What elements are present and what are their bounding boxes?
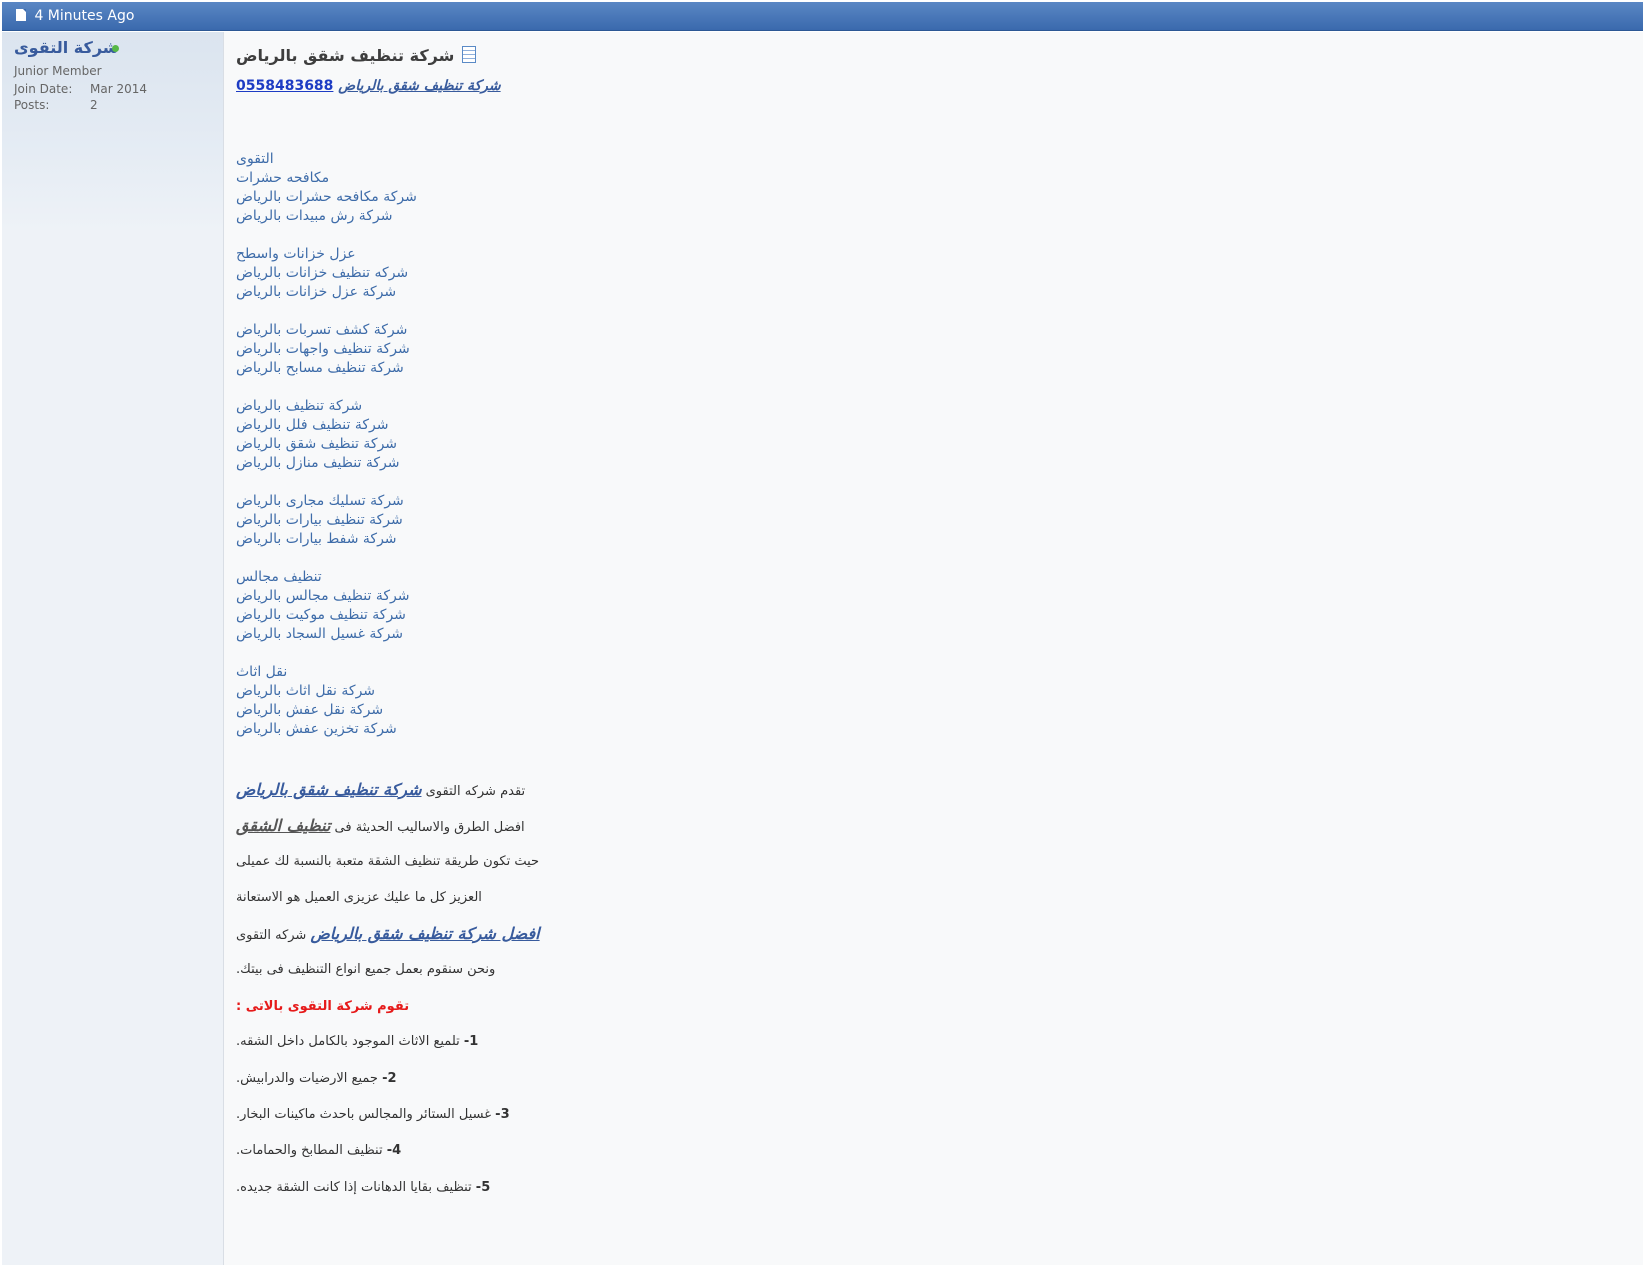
username-link[interactable]: شركة التقوى — [14, 38, 119, 57]
service-link[interactable]: نقل اثاث — [236, 663, 417, 682]
paragraph-2-link[interactable]: تنظيف الشقق — [236, 816, 330, 835]
service-link[interactable]: شركة تنظيف منازل بالرياض — [236, 454, 417, 473]
posts-label: Posts: — [14, 98, 50, 112]
posts-value: 2 — [90, 98, 98, 112]
service-link[interactable]: شركة نقل اثاث بالرياض — [236, 682, 417, 701]
paragraph-5: افضل شركة تنظيف شقق بالرياض شركه التقوى — [236, 924, 540, 943]
service-item: 1- تلميع الاثاث الموجود بالكامل داخل الش… — [236, 1034, 478, 1049]
online-status-icon — [112, 45, 119, 52]
document-icon — [16, 9, 26, 21]
service-text: غسيل الستائر والمجالس باحدث ماكينات البخ… — [236, 1107, 492, 1122]
service-link[interactable]: شركة شفط بيارات بالرياض — [236, 530, 417, 549]
service-link[interactable]: مكافحه حشرات — [236, 169, 417, 188]
post-title: شركة تنظيف شقق بالرياض — [236, 46, 477, 65]
service-link[interactable]: شركة عزل خزانات بالرياض — [236, 283, 417, 302]
service-link[interactable]: شركة تنظيف فلل بالرياض — [236, 416, 417, 435]
paragraph-5-link[interactable]: افضل شركة تنظيف شقق بالرياض — [310, 924, 539, 943]
post-icon — [462, 46, 477, 63]
join-date-label: Join Date: — [14, 82, 73, 96]
service-link[interactable]: التقوى — [236, 150, 417, 169]
service-item: 5- تنظيف بقايا الدهانات إذا كانت الشقة ج… — [236, 1180, 490, 1195]
service-link[interactable]: تنظيف مجالس — [236, 568, 417, 587]
service-link[interactable]: شركة كشف تسربات بالرياض — [236, 321, 417, 340]
service-number: 3- — [495, 1107, 510, 1122]
paragraph-3: حيث تكون طريقة تنظيف الشقة متعبة بالنسبة… — [236, 854, 540, 869]
service-link[interactable]: شركة نقل عفش بالرياض — [236, 701, 417, 720]
group-gap — [236, 473, 417, 492]
service-link[interactable]: شركة تنظيف مسابح بالرياض — [236, 359, 417, 378]
service-number: 1- — [463, 1034, 479, 1049]
group-gap — [236, 378, 417, 397]
paragraph-6: ونحن سنقوم بعمل جميع انواع التنظيف فى بي… — [236, 962, 496, 977]
service-links-list: التقوى مكافحه حشرات شركة مكافحه حشرات بالر… — [236, 150, 417, 739]
group-gap — [236, 302, 417, 321]
post-time: 4 Minutes Ago — [34, 8, 135, 24]
service-link[interactable]: شركة مكافحه حشرات بالرياض — [236, 188, 417, 207]
service-text: تنظيف بقايا الدهانات إذا كانت الشقة جديد… — [236, 1180, 472, 1195]
post-header-bar: 4 Minutes Ago — [2, 2, 1643, 31]
post-content: شركة تنظيف شقق بالرياض 0558483688 شركة ت… — [224, 32, 1643, 1265]
service-number: 4- — [386, 1143, 402, 1158]
service-link[interactable]: عزل خزانات واسطح — [236, 245, 417, 264]
service-item: 2- جميع الارضيات والدرابيش. — [236, 1071, 397, 1086]
user-title: Junior Member — [14, 64, 102, 78]
service-link[interactable]: شركة تنظيف شقق بالرياض — [236, 435, 417, 454]
service-item: 4- تنظيف المطابخ والحمامات. — [236, 1143, 401, 1158]
service-link[interactable]: شركة تنظيف موكيت بالرياض — [236, 606, 417, 625]
group-gap — [236, 226, 417, 245]
service-number: 2- — [382, 1071, 397, 1086]
service-link[interactable]: شركة تنظيف بالرياض — [236, 397, 417, 416]
service-link[interactable]: شركة تسليك مجارى بالرياض — [236, 492, 417, 511]
user-info-sidebar: شركة التقوى Junior Member Join Date: Mar… — [2, 32, 224, 1265]
paragraph-1: تقدم شركه التقوى شركة تنظيف شقق بالرياض — [236, 780, 526, 799]
service-link[interactable]: شركة رش مبيدات بالرياض — [236, 207, 417, 226]
service-link[interactable]: شركة تنظيف مجالس بالرياض — [236, 587, 417, 606]
service-text: تنظيف المطابخ والحمامات. — [236, 1143, 383, 1158]
paragraph-2: افضل الطرق والاساليب الحديثة فى تنظيف ال… — [236, 816, 525, 835]
service-link[interactable]: شركه تنظيف خزانات بالرياض — [236, 264, 417, 283]
paragraph-1-link[interactable]: شركة تنظيف شقق بالرياض — [236, 780, 421, 799]
services-heading: تقوم شركة التقوى بالاتى : — [236, 999, 410, 1014]
service-link[interactable]: شركة غسيل السجاد بالرياض — [236, 625, 417, 644]
group-gap — [236, 644, 417, 663]
service-text: جميع الارضيات والدرابيش. — [236, 1071, 378, 1086]
service-link[interactable]: شركة تخزين عفش بالرياض — [236, 720, 417, 739]
group-gap — [236, 549, 417, 568]
first-line-link[interactable]: شركة تنظيف شقق بالرياض — [338, 78, 500, 94]
service-text: تلميع الاثاث الموجود بالكامل داخل الشقه. — [236, 1034, 460, 1049]
service-number: 5- — [475, 1180, 491, 1195]
service-link[interactable]: شركة تنظيف واجهات بالرياض — [236, 340, 417, 359]
service-link[interactable]: شركة تنظيف بيارات بالرياض — [236, 511, 417, 530]
paragraph-4: العزيز كل ما عليك عزيزى العميل هو الاستع… — [236, 890, 482, 905]
first-line: 0558483688 شركة تنظيف شقق بالرياض — [236, 78, 501, 94]
join-date-value: Mar 2014 — [90, 82, 147, 96]
service-item: 3- غسيل الستائر والمجالس باحدث ماكينات ا… — [236, 1107, 510, 1122]
phone-link[interactable]: 0558483688 — [236, 78, 333, 94]
